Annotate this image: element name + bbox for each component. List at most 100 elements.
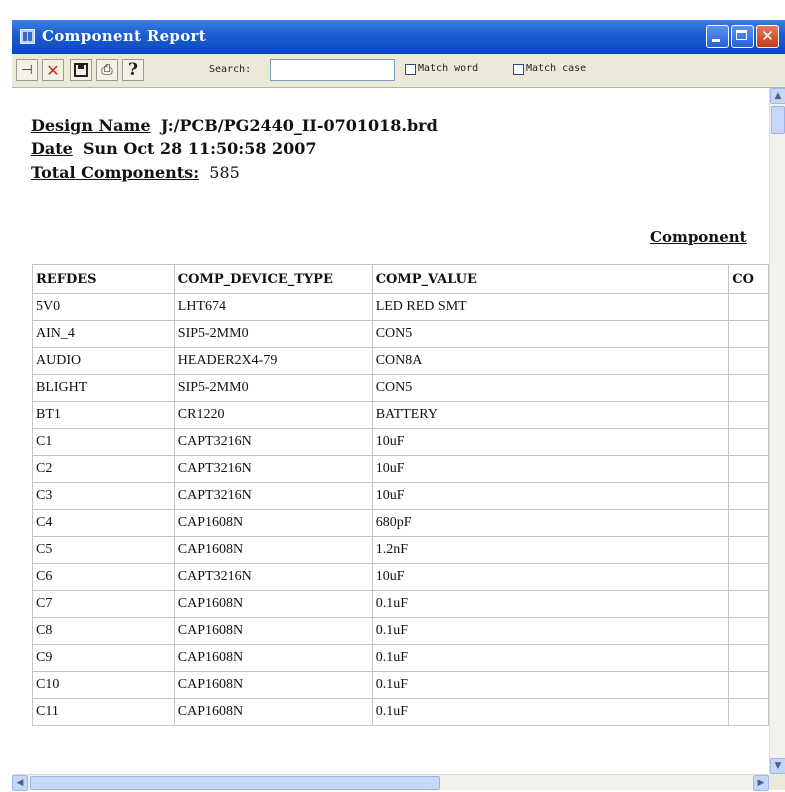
co-cell [728, 671, 769, 699]
value-cell: 10uF [371, 563, 730, 591]
co-cell [728, 347, 769, 375]
table-row: C9 CAP1608N 0.1uF [32, 644, 769, 672]
scroll-right-icon: ▶ [757, 778, 765, 788]
refdes-cell: C8 [32, 617, 175, 645]
refdes-cell: C11 [32, 698, 175, 726]
refdes-cell: BLIGHT [32, 374, 175, 402]
value-cell: 0.1uF [371, 617, 730, 645]
refdes-cell: BT1 [32, 401, 175, 429]
device-type-cell: CAPT3216N [173, 455, 373, 483]
date-label: Date [31, 139, 73, 158]
component-section-title: Component [650, 228, 747, 246]
vertical-scrollbar[interactable]: ▲ ▼ [769, 88, 785, 774]
design-name-value: J:/PCB/PG2440_II-0701018.brd [160, 116, 438, 135]
save-button[interactable] [70, 59, 92, 81]
refdes-cell: C2 [32, 455, 175, 483]
scroll-left-icon: ◀ [16, 778, 24, 788]
component-report-window: Component Report ⊣ ✕ ⎙ ? Search: Match w… [12, 20, 785, 792]
component-table: REFDES COMP_DEVICE_TYPE COMP_VALUE CO 5V… [32, 264, 769, 726]
co-cell [728, 509, 769, 537]
scroll-down-icon: ▼ [774, 761, 782, 771]
table-row: AIN_4 SIP5-2MM0 CON5 [32, 320, 769, 348]
device-type-cell: CAP1608N [173, 590, 373, 618]
device-type-cell: CAPT3216N [173, 428, 373, 456]
value-cell: 0.1uF [371, 671, 730, 699]
co-cell [728, 482, 769, 510]
scroll-right-button[interactable]: ▶ [753, 775, 769, 791]
scroll-left-button[interactable]: ◀ [12, 775, 28, 791]
date-value: Sun Oct 28 11:50:58 2007 [82, 139, 317, 158]
table-header-row: REFDES COMP_DEVICE_TYPE COMP_VALUE CO [32, 264, 769, 294]
value-cell: 680pF [371, 509, 730, 537]
total-components-line: Total Components: 585 [31, 163, 240, 182]
horizontal-scroll-thumb[interactable] [30, 776, 440, 790]
toolbar: ⊣ ✕ ⎙ ? Search: Match word Match case [12, 54, 785, 88]
search-label: Search: [209, 64, 252, 75]
value-cell: BATTERY [371, 401, 730, 429]
title-bar[interactable]: Component Report [12, 20, 785, 54]
co-cell [728, 536, 769, 564]
vertical-scroll-thumb[interactable] [771, 106, 785, 134]
scroll-up-icon: ▲ [774, 91, 782, 101]
print-button[interactable]: ⎙ [96, 59, 118, 81]
date-line: Date Sun Oct 28 11:50:58 2007 [31, 139, 317, 158]
scrollbar-corner [769, 774, 785, 790]
device-type-cell: HEADER2X4-79 [173, 347, 373, 375]
search-input[interactable] [270, 59, 395, 81]
refdes-cell: C1 [32, 428, 175, 456]
table-row: 5V0 LHT674 LED RED SMT [32, 293, 769, 321]
delete-button[interactable]: ✕ [42, 59, 64, 81]
report-content[interactable]: Design Name J:/PCB/PG2440_II-0701018.brd… [12, 88, 769, 774]
co-cell [728, 401, 769, 429]
app-icon [20, 29, 35, 44]
refdes-cell: 5V0 [32, 293, 175, 321]
match-case-checkbox[interactable] [513, 64, 524, 75]
co-cell [728, 374, 769, 402]
table-row: BLIGHT SIP5-2MM0 CON5 [32, 374, 769, 402]
close-button[interactable] [756, 25, 779, 48]
total-components-label: Total Components: [31, 163, 200, 182]
table-row: C1 CAPT3216N 10uF [32, 428, 769, 456]
total-components-value: 585 [209, 163, 240, 182]
refdes-cell: C10 [32, 671, 175, 699]
column-header-co: CO [728, 264, 769, 294]
design-name-line: Design Name J:/PCB/PG2440_II-0701018.brd [31, 116, 438, 135]
value-cell: 10uF [371, 428, 730, 456]
print-icon: ⎙ [101, 62, 113, 78]
co-cell [728, 644, 769, 672]
device-type-cell: SIP5-2MM0 [173, 374, 373, 402]
design-name-label: Design Name [31, 116, 151, 135]
table-row: BT1 CR1220 BATTERY [32, 401, 769, 429]
scroll-up-button[interactable]: ▲ [770, 88, 785, 104]
table-row: C6 CAPT3216N 10uF [32, 563, 769, 591]
help-icon: ? [128, 60, 138, 80]
help-button[interactable]: ? [122, 59, 144, 81]
value-cell: 10uF [371, 482, 730, 510]
device-type-cell: CR1220 [173, 401, 373, 429]
table-row: C3 CAPT3216N 10uF [32, 482, 769, 510]
co-cell [728, 293, 769, 321]
device-type-cell: SIP5-2MM0 [173, 320, 373, 348]
horizontal-scrollbar[interactable]: ◀ ▶ [12, 774, 769, 791]
table-row: C7 CAP1608N 0.1uF [32, 590, 769, 618]
value-cell: LED RED SMT [371, 293, 730, 321]
refdes-cell: C7 [32, 590, 175, 618]
maximize-button[interactable] [731, 25, 754, 48]
scroll-down-button[interactable]: ▼ [770, 758, 785, 774]
refdes-cell: AIN_4 [32, 320, 175, 348]
match-word-checkbox[interactable] [405, 64, 416, 75]
table-row: C11 CAP1608N 0.1uF [32, 698, 769, 726]
value-cell: 0.1uF [371, 644, 730, 672]
refdes-cell: C6 [32, 563, 175, 591]
co-cell [728, 563, 769, 591]
co-cell [728, 698, 769, 726]
pin-button[interactable]: ⊣ [16, 59, 38, 81]
minimize-button[interactable] [706, 25, 729, 48]
delete-icon: ✕ [46, 60, 60, 80]
match-case-label: Match case [526, 63, 587, 74]
co-cell [728, 428, 769, 456]
save-icon [74, 63, 88, 77]
table-row: C5 CAP1608N 1.2nF [32, 536, 769, 564]
refdes-cell: C5 [32, 536, 175, 564]
device-type-cell: CAP1608N [173, 536, 373, 564]
